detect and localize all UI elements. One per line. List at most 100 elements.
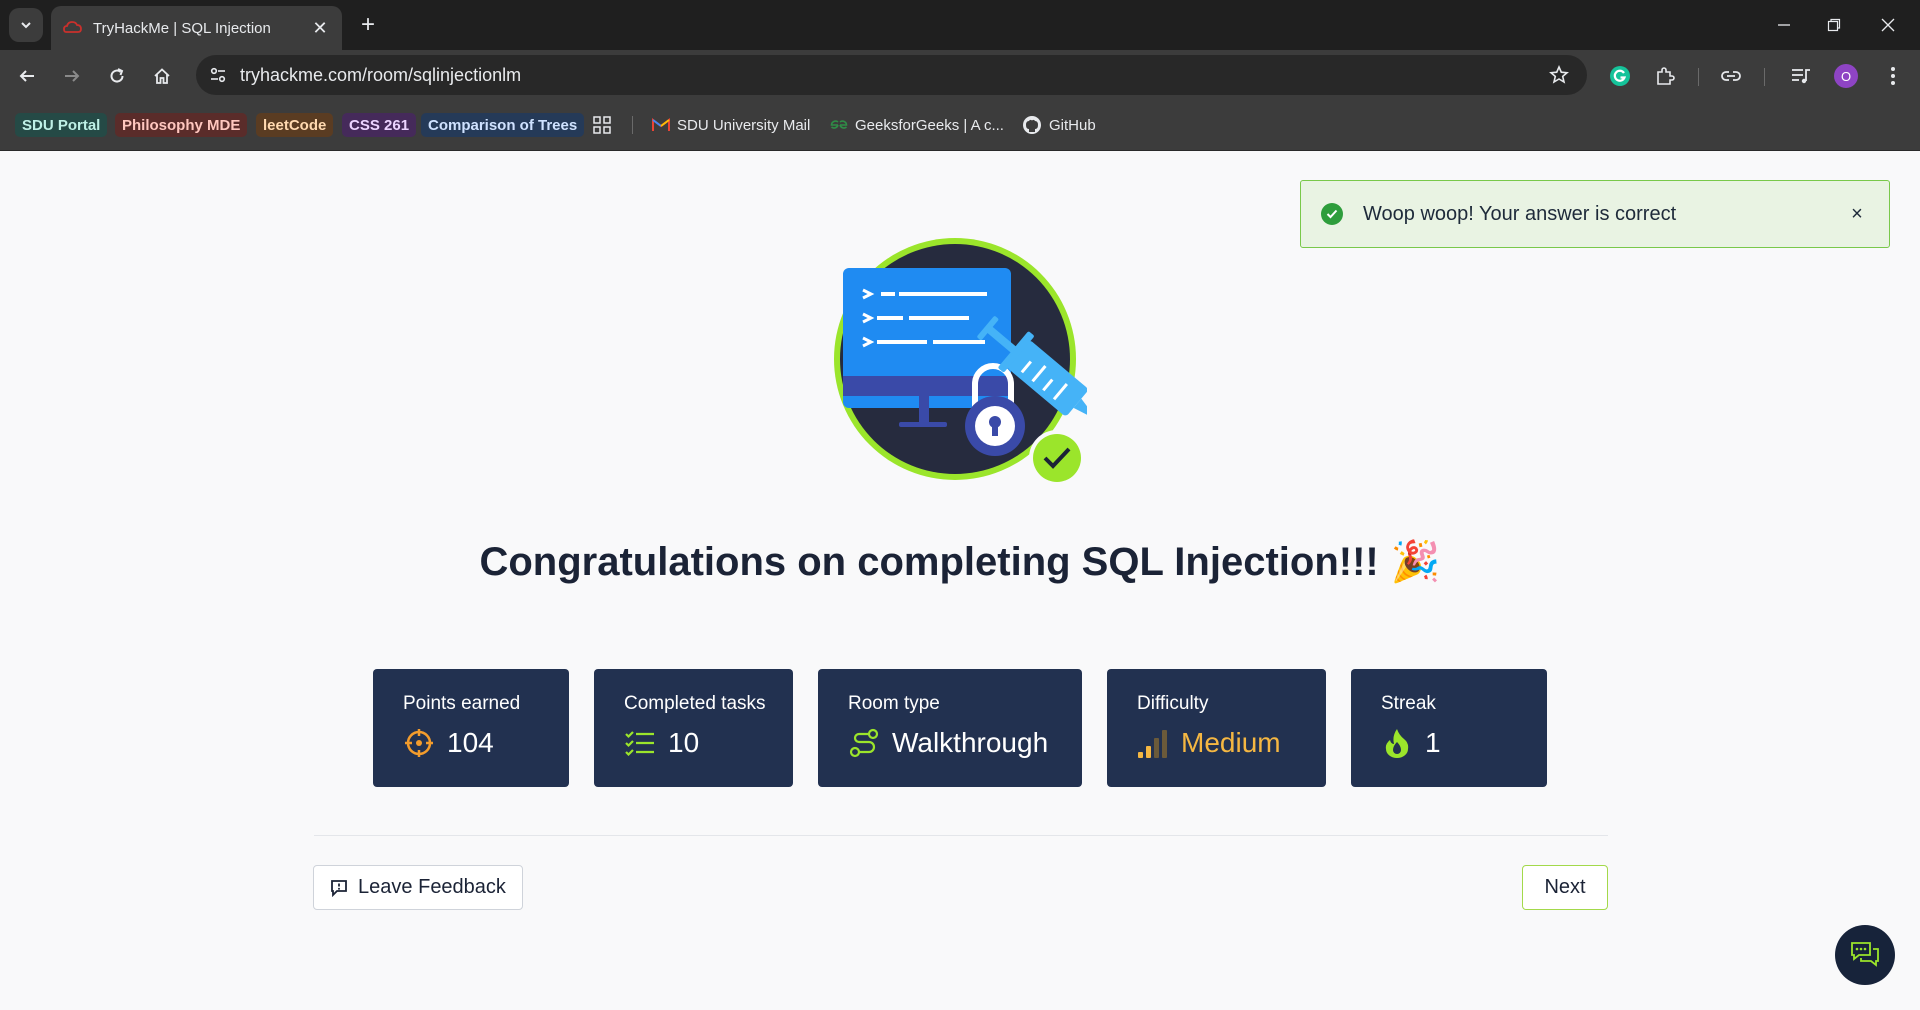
reload-icon xyxy=(110,68,124,83)
avatar: O xyxy=(1834,64,1858,88)
arrow-left-icon xyxy=(19,70,34,82)
toolbar-separator xyxy=(1698,68,1699,86)
tryhackme-favicon-icon xyxy=(63,21,82,33)
bookmarks-bar: SDU Portal Philosophy MDE leetCode CSS 2… xyxy=(0,100,1920,151)
stat-label: Streak xyxy=(1381,693,1436,714)
bookmark-label: Comparison of Trees xyxy=(428,116,578,134)
geeksforgeeks-icon xyxy=(830,120,848,129)
site-info-button[interactable] xyxy=(200,57,236,93)
stat-value: 1 xyxy=(1425,727,1441,758)
grammarly-icon xyxy=(1610,66,1630,86)
bookmark-sdu-mail[interactable]: SDU University Mail xyxy=(652,113,810,137)
party-popper-icon: 🎉 xyxy=(1390,539,1441,585)
bookmark-label: leetCode xyxy=(263,116,327,134)
close-icon: × xyxy=(1851,202,1863,225)
tab-title: TryHackMe | SQL Injection xyxy=(93,19,271,37)
check-circle-icon xyxy=(1321,203,1343,225)
bookmarks-separator xyxy=(632,116,633,134)
home-icon xyxy=(154,68,170,84)
apps-shortcut[interactable] xyxy=(593,113,618,137)
extensions-button[interactable] xyxy=(1648,59,1682,93)
stat-value: Walkthrough xyxy=(892,727,1049,758)
bookmark-star-button[interactable] xyxy=(1541,57,1577,93)
signal-bars-icon xyxy=(1137,727,1169,759)
gmail-icon xyxy=(652,118,670,131)
flame-icon xyxy=(1381,727,1413,759)
browser-tab-active[interactable]: TryHackMe | SQL Injection ✕ xyxy=(51,6,342,50)
bookmark-sdu-portal[interactable]: SDU Portal xyxy=(15,113,108,137)
puzzle-icon xyxy=(1657,67,1675,85)
crosshair-icon xyxy=(403,727,435,759)
chevron-down-icon xyxy=(21,22,31,29)
bookmark-philosophy-mde[interactable]: Philosophy MDE xyxy=(115,113,248,137)
home-button[interactable] xyxy=(145,59,179,93)
stat-card-room-type: Room type Walkthrough xyxy=(818,669,1082,787)
back-button[interactable] xyxy=(10,59,44,93)
more-vertical-icon xyxy=(1891,67,1895,85)
tune-icon xyxy=(210,67,226,83)
star-icon xyxy=(1549,65,1569,84)
completed-check-icon xyxy=(1033,434,1081,482)
stat-card-points: Points earned 104 xyxy=(373,669,569,787)
bookmark-label: Philosophy MDE xyxy=(122,116,241,134)
congrats-title: Congratulations on completing SQL Inject… xyxy=(479,540,1379,584)
stat-label: Difficulty xyxy=(1137,693,1209,714)
bookmark-label: GitHub xyxy=(1049,116,1096,134)
minimize-button[interactable] xyxy=(1756,0,1812,50)
bookmark-css-261[interactable]: CSS 261 xyxy=(342,113,417,137)
stat-label: Completed tasks xyxy=(624,693,766,714)
bookmark-label: SDU University Mail xyxy=(677,116,811,134)
close-icon xyxy=(1881,18,1895,32)
toast-message: Woop woop! Your answer is correct xyxy=(1363,202,1677,225)
bookmark-geeksforgeeks[interactable]: GeeksforGeeks | A c... xyxy=(830,113,1004,137)
sql-injection-room-badge xyxy=(834,238,1087,486)
feedback-label: Leave Feedback xyxy=(358,876,506,898)
restore-icon xyxy=(1827,18,1841,32)
bookmark-leetcode[interactable]: leetCode xyxy=(256,113,334,137)
leave-feedback-button[interactable]: Leave Feedback xyxy=(313,865,523,910)
congrats-heading: Congratulations on completing SQL Inject… xyxy=(0,538,1920,585)
minimize-icon xyxy=(1778,24,1790,26)
bookmark-github[interactable]: GitHub xyxy=(1022,113,1096,137)
close-window-button[interactable] xyxy=(1860,0,1916,50)
stat-card-tasks: Completed tasks 10 xyxy=(594,669,793,787)
restore-button[interactable] xyxy=(1806,0,1862,50)
avatar-initial: O xyxy=(1840,68,1852,84)
toast-close-button[interactable]: × xyxy=(1837,194,1877,234)
media-controls-button[interactable] xyxy=(1784,59,1818,93)
link-icon xyxy=(1721,71,1741,81)
stat-value: 10 xyxy=(668,727,700,758)
next-label: Next xyxy=(1544,876,1586,898)
github-icon xyxy=(1023,116,1041,134)
close-tab-icon[interactable]: ✕ xyxy=(310,18,330,39)
reload-button[interactable] xyxy=(100,59,134,93)
next-button[interactable]: Next xyxy=(1522,865,1608,910)
browser-tab-strip: TryHackMe | SQL Injection ✕ + xyxy=(0,0,1920,50)
chat-support-button[interactable] xyxy=(1835,925,1895,985)
success-toast: Woop woop! Your answer is correct × xyxy=(1300,180,1890,248)
grammarly-extension-button[interactable] xyxy=(1603,59,1637,93)
feedback-icon xyxy=(331,879,347,897)
toolbar-separator xyxy=(1764,68,1765,86)
stat-card-difficulty: Difficulty Medium xyxy=(1107,669,1326,787)
browser-menu-button[interactable] xyxy=(1876,59,1910,93)
copy-link-button[interactable] xyxy=(1714,59,1748,93)
tab-search-button[interactable] xyxy=(9,8,43,42)
profile-button[interactable]: O xyxy=(1829,59,1863,93)
forward-button[interactable] xyxy=(55,59,89,93)
queue-music-icon xyxy=(1792,69,1810,84)
bookmark-label: GeeksforGeeks | A c... xyxy=(855,116,1004,134)
stat-card-streak: Streak 1 xyxy=(1351,669,1547,787)
arrow-right-icon xyxy=(65,70,80,82)
bookmark-label: CSS 261 xyxy=(349,116,410,134)
stat-label: Points earned xyxy=(403,693,521,714)
apps-grid-icon xyxy=(593,116,611,134)
bookmark-comparison-of-trees[interactable]: Comparison of Trees xyxy=(421,113,585,137)
address-bar[interactable]: tryhackme.com/room/sqlinjectionlm xyxy=(196,55,1587,95)
checklist-icon xyxy=(624,727,656,759)
route-icon xyxy=(848,727,880,759)
stat-value: 104 xyxy=(447,727,494,758)
new-tab-button[interactable]: + xyxy=(352,9,384,41)
stat-value: Medium xyxy=(1181,727,1281,758)
url-text[interactable]: tryhackme.com/room/sqlinjectionlm xyxy=(240,65,1541,86)
